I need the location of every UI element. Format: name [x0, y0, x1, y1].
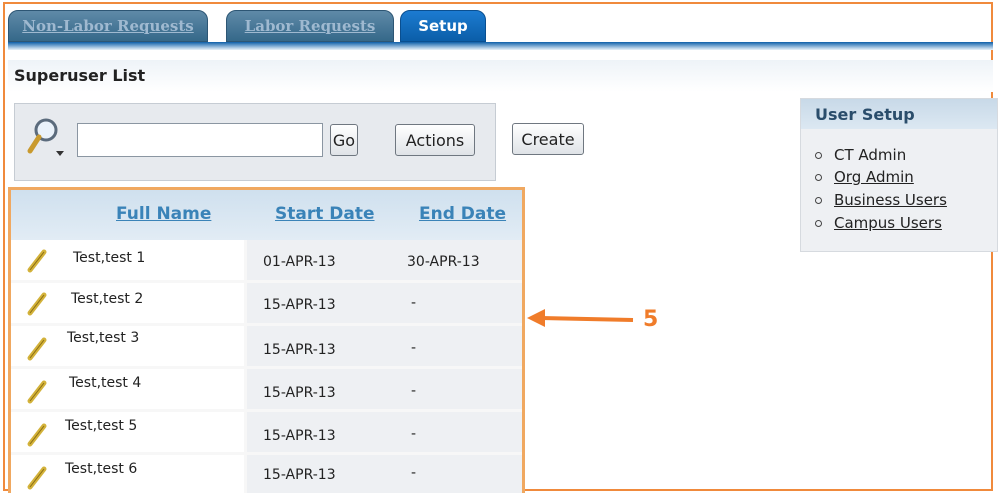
sub-header-strip	[8, 60, 993, 92]
business-users-link[interactable]: Business Users	[834, 191, 947, 209]
actions-button[interactable]: Actions	[395, 124, 475, 156]
full-name-cell: Test,test 3	[67, 330, 140, 346]
pencil-icon[interactable]	[25, 248, 49, 274]
tab-labor-requests[interactable]: Labor Requests	[226, 10, 394, 42]
pencil-icon[interactable]	[25, 336, 49, 362]
table-row: Test,test 3 15-APR-13 -	[11, 326, 522, 369]
bullet-icon	[815, 173, 822, 181]
end-date-cell: -	[411, 426, 417, 442]
user-setup-item-business-users[interactable]: Business Users	[815, 191, 947, 209]
panel-header: User Setup	[801, 99, 997, 129]
start-date-cell: 15-APR-13	[263, 428, 336, 444]
pencil-icon[interactable]	[25, 379, 49, 405]
callout-number: 5	[643, 307, 659, 332]
search-icon[interactable]	[26, 115, 66, 159]
pencil-icon[interactable]	[25, 465, 49, 491]
pencil-icon[interactable]	[25, 291, 49, 317]
bullet-icon	[815, 151, 822, 159]
column-start-date[interactable]: Start Date	[275, 204, 375, 224]
column-end-date[interactable]: End Date	[419, 204, 506, 224]
tab-bar: Non-Labor Requests Labor Requests Setup	[8, 10, 993, 50]
full-name-cell: Test,test 5	[65, 418, 138, 434]
tab-non-labor-requests[interactable]: Non-Labor Requests	[8, 10, 208, 42]
pencil-icon[interactable]	[25, 422, 49, 448]
start-date-cell: 15-APR-13	[263, 385, 336, 401]
end-date-cell: -	[411, 340, 417, 356]
panel-title: User Setup	[815, 105, 915, 124]
user-setup-panel: User Setup CT Admin Org Admin Business U…	[800, 98, 998, 252]
user-setup-item-ct-admin: CT Admin	[815, 146, 906, 164]
column-full-name[interactable]: Full Name	[116, 204, 211, 224]
table-row: Test,test 6 15-APR-13 -	[11, 455, 522, 493]
go-button[interactable]: Go	[330, 124, 358, 156]
search-input[interactable]	[77, 123, 323, 157]
table-row: Test,test 2 15-APR-13 -	[11, 283, 522, 326]
bullet-icon	[815, 196, 822, 204]
end-date-cell: -	[411, 383, 417, 399]
end-date-cell: -	[411, 295, 417, 311]
callout-arrow-icon	[527, 309, 634, 327]
full-name-cell: Test,test 4	[69, 375, 142, 391]
start-date-cell: 15-APR-13	[263, 297, 336, 313]
end-date-cell: -	[411, 465, 417, 481]
table-row: Test,test 1 01-APR-13 30-APR-13	[11, 240, 522, 283]
end-date-cell: 30-APR-13	[407, 254, 480, 270]
table-row: Test,test 4 15-APR-13 -	[11, 369, 522, 412]
tab-setup[interactable]: Setup	[400, 10, 486, 42]
start-date-cell: 15-APR-13	[263, 342, 336, 358]
campus-users-link[interactable]: Campus Users	[834, 214, 942, 232]
user-setup-item-org-admin[interactable]: Org Admin	[815, 168, 914, 186]
create-button[interactable]: Create	[512, 123, 584, 155]
tab-underline	[8, 42, 993, 50]
page-title: Superuser List	[14, 66, 146, 85]
org-admin-link[interactable]: Org Admin	[834, 168, 914, 186]
table-row: Test,test 5 15-APR-13 -	[11, 412, 522, 455]
table-header: Full Name Start Date End Date	[11, 190, 522, 240]
start-date-cell: 15-APR-13	[263, 467, 336, 483]
full-name-cell: Test,test 1	[73, 250, 146, 266]
start-date-cell: 01-APR-13	[263, 254, 336, 270]
full-name-cell: Test,test 2	[71, 291, 144, 307]
superuser-table: Full Name Start Date End Date Test,test …	[8, 187, 525, 493]
full-name-cell: Test,test 6	[65, 461, 138, 477]
bullet-icon	[815, 219, 822, 227]
user-setup-item-campus-users[interactable]: Campus Users	[815, 214, 942, 232]
